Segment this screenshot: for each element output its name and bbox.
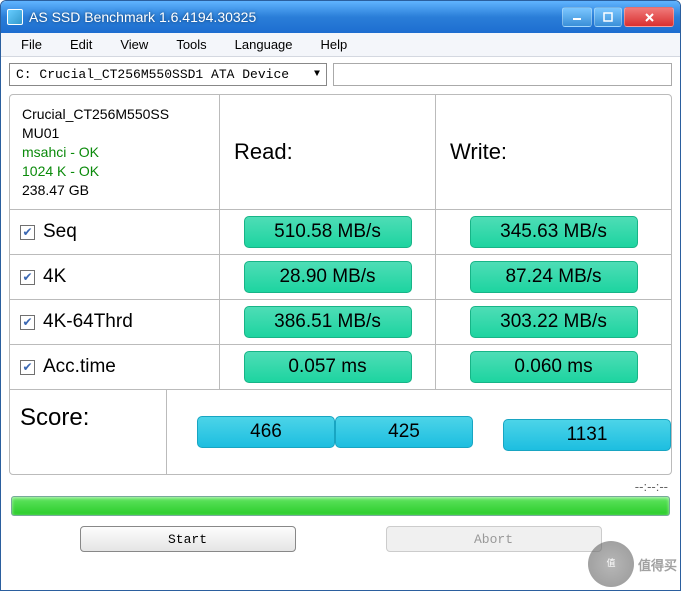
- row-4k: ✔ 4K 28.90 MB/s 87.24 MB/s: [10, 255, 671, 300]
- results-panel: Crucial_CT256M550SS MU01 msahci - OK 102…: [9, 94, 672, 475]
- score-read: 466: [197, 416, 335, 448]
- checkbox-4k[interactable]: ✔: [20, 270, 35, 285]
- checkbox-seq[interactable]: ✔: [20, 225, 35, 240]
- blank-field[interactable]: [333, 63, 672, 86]
- progress-bar: [11, 496, 670, 516]
- info-size: 238.47 GB: [22, 181, 89, 200]
- score-write: 425: [335, 416, 473, 448]
- checkbox-4k64[interactable]: ✔: [20, 315, 35, 330]
- app-window: AS SSD Benchmark 1.6.4194.30325 File Edi…: [0, 0, 681, 591]
- menu-edit[interactable]: Edit: [58, 34, 104, 55]
- watermark: 值 值得买: [588, 541, 677, 587]
- titlebar[interactable]: AS SSD Benchmark 1.6.4194.30325: [1, 1, 680, 33]
- score-total: 1131: [503, 419, 671, 451]
- info-driver: msahci - OK: [22, 143, 99, 162]
- button-bar: Start Abort: [1, 524, 680, 560]
- chevron-down-icon: ▼: [314, 69, 320, 80]
- score-label: Score:: [10, 390, 167, 474]
- window-title: AS SSD Benchmark 1.6.4194.30325: [29, 9, 562, 25]
- menu-language[interactable]: Language: [223, 34, 305, 55]
- info-alignment: 1024 K - OK: [22, 162, 99, 181]
- close-button[interactable]: [624, 7, 674, 27]
- write-header: Write:: [436, 95, 671, 209]
- menu-view[interactable]: View: [108, 34, 160, 55]
- header-row: Crucial_CT256M550SS MU01 msahci - OK 102…: [10, 95, 671, 210]
- 4k-write: 87.24 MB/s: [470, 261, 638, 293]
- selection-bar: C: Crucial_CT256M550SSD1 ATA Device ▼: [1, 57, 680, 92]
- 4k-read: 28.90 MB/s: [244, 261, 412, 293]
- label-4k: 4K: [43, 266, 66, 288]
- app-icon: [7, 9, 23, 25]
- 4k64-read: 386.51 MB/s: [244, 306, 412, 338]
- info-device: Crucial_CT256M550SS: [22, 105, 169, 124]
- checkbox-acc[interactable]: ✔: [20, 360, 35, 375]
- acc-write: 0.060 ms: [470, 351, 638, 383]
- label-acc: Acc.time: [43, 356, 116, 378]
- menubar: File Edit View Tools Language Help: [1, 33, 680, 57]
- watermark-badge-icon: 值: [588, 541, 634, 587]
- menu-tools[interactable]: Tools: [164, 34, 218, 55]
- minimize-button[interactable]: [562, 7, 592, 27]
- row-score: Score: 466 425 1131: [10, 390, 671, 474]
- label-4k64: 4K-64Thrd: [43, 311, 133, 333]
- timer: --:--:--: [1, 479, 680, 496]
- score-values: 466 425 1131: [167, 390, 671, 474]
- row-acc: ✔ Acc.time 0.057 ms 0.060 ms: [10, 345, 671, 390]
- acc-read: 0.057 ms: [244, 351, 412, 383]
- menu-help[interactable]: Help: [309, 34, 360, 55]
- drive-select-value: C: Crucial_CT256M550SSD1 ATA Device: [16, 67, 289, 82]
- watermark-text: 值得买: [638, 555, 677, 574]
- maximize-button[interactable]: [594, 7, 622, 27]
- abort-button: Abort: [386, 526, 602, 552]
- seq-read: 510.58 MB/s: [244, 216, 412, 248]
- seq-write: 345.63 MB/s: [470, 216, 638, 248]
- row-seq: ✔ Seq 510.58 MB/s 345.63 MB/s: [10, 210, 671, 255]
- row-4k64: ✔ 4K-64Thrd 386.51 MB/s 303.22 MB/s: [10, 300, 671, 345]
- 4k64-write: 303.22 MB/s: [470, 306, 638, 338]
- read-header: Read:: [220, 95, 436, 209]
- menu-file[interactable]: File: [9, 34, 54, 55]
- info-firmware: MU01: [22, 124, 59, 143]
- start-button[interactable]: Start: [80, 526, 296, 552]
- label-seq: Seq: [43, 221, 77, 243]
- device-info: Crucial_CT256M550SS MU01 msahci - OK 102…: [10, 95, 220, 209]
- drive-select[interactable]: C: Crucial_CT256M550SSD1 ATA Device ▼: [9, 63, 327, 86]
